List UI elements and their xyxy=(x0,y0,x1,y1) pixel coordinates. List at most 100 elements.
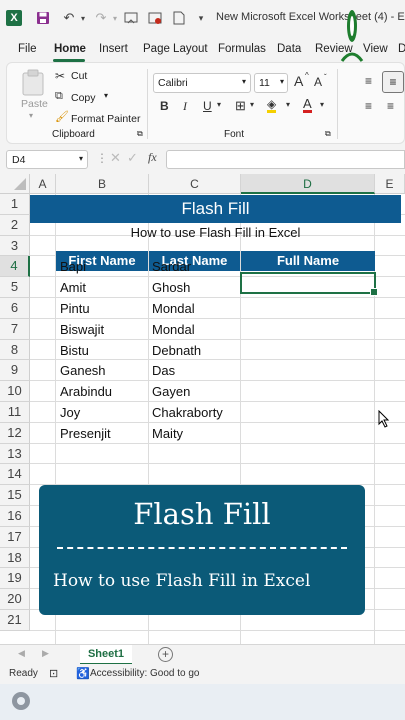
paste-label[interactable]: Paste xyxy=(21,98,48,110)
font-color-icon[interactable]: A xyxy=(303,97,312,113)
align-middle-button[interactable]: ≡ xyxy=(382,71,404,93)
cell-last-name[interactable]: Chakraborty xyxy=(152,405,223,420)
borders-dropdown-icon[interactable]: ▾ xyxy=(250,100,254,109)
macro-record-icon[interactable]: ⊡ xyxy=(49,667,58,680)
cell-last-name[interactable]: Das xyxy=(152,363,175,378)
row-header-4[interactable]: 4 xyxy=(0,256,30,278)
document-icon[interactable] xyxy=(170,9,188,27)
row-header-14[interactable]: 14 xyxy=(0,464,30,486)
record-icon[interactable] xyxy=(146,9,164,27)
name-box[interactable]: D4 ▾ xyxy=(6,150,88,169)
underline-button[interactable]: U xyxy=(203,99,212,113)
cut-label[interactable]: Cut xyxy=(71,70,87,82)
cell-first-name[interactable]: Pintu xyxy=(60,301,90,316)
tab-home[interactable]: Home xyxy=(54,43,86,55)
align-top-icon[interactable]: ≡ xyxy=(365,74,372,88)
more-options-icon[interactable]: ⋮ xyxy=(96,151,108,165)
customize-dropdown-icon[interactable]: ▾ xyxy=(192,9,210,27)
insert-function-icon[interactable]: fx xyxy=(148,150,157,165)
row-header-19[interactable]: 19 xyxy=(0,568,30,590)
paste-dropdown-icon[interactable]: ▾ xyxy=(29,111,33,120)
font-name-select[interactable]: Calibri ▾ xyxy=(153,73,251,93)
copy-dropdown-icon[interactable]: ▾ xyxy=(104,91,108,100)
cell-first-name[interactable]: Bapi xyxy=(60,259,86,274)
italic-button[interactable]: I xyxy=(183,99,187,114)
row-header-5[interactable]: 5 xyxy=(0,277,30,298)
fill-color-dropdown-icon[interactable]: ▾ xyxy=(286,100,290,109)
fill-color-icon[interactable]: ◈ xyxy=(267,98,277,113)
column-header-d[interactable]: D xyxy=(241,174,375,194)
row-header-7[interactable]: 7 xyxy=(0,318,30,340)
clipboard-launcher-icon[interactable]: ⧉ xyxy=(137,129,143,139)
cell-last-name[interactable]: Debnath xyxy=(152,343,201,358)
row-header-11[interactable]: 11 xyxy=(0,402,30,423)
row-header-18[interactable]: 18 xyxy=(0,547,30,569)
copy-label[interactable]: Copy xyxy=(71,92,96,104)
row-header-15[interactable]: 15 xyxy=(0,485,30,506)
cell-first-name[interactable]: Amit xyxy=(60,280,86,295)
select-all-corner[interactable] xyxy=(0,174,30,194)
cell-first-name[interactable]: Arabindu xyxy=(60,384,112,399)
cell-last-name[interactable]: Maity xyxy=(152,426,183,441)
cell-last-name[interactable]: Ghosh xyxy=(152,280,190,295)
format-painter-label[interactable]: Format Painter xyxy=(71,113,140,125)
add-sheet-icon[interactable]: + xyxy=(158,647,173,662)
row-header-1[interactable]: 1 xyxy=(0,194,30,215)
font-launcher-icon[interactable]: ⧉ xyxy=(325,129,331,139)
row-header-3[interactable]: 3 xyxy=(0,235,30,257)
row-header-20[interactable]: 20 xyxy=(0,589,30,610)
cell-first-name[interactable]: Biswajit xyxy=(60,322,104,337)
underline-dropdown-icon[interactable]: ▾ xyxy=(217,100,221,109)
accessibility-status[interactable]: Accessibility: Good to go xyxy=(90,668,200,679)
font-size-select[interactable]: 11 ▾ xyxy=(254,73,288,93)
tab-formulas[interactable]: Formulas xyxy=(218,43,266,55)
row-header-12[interactable]: 12 xyxy=(0,422,30,444)
tab-file[interactable]: File xyxy=(18,43,37,55)
align-left-icon[interactable]: ≡ xyxy=(365,99,372,113)
sheet-tab-sheet1[interactable]: Sheet1 xyxy=(80,645,132,665)
accessibility-icon[interactable]: ♿ xyxy=(76,667,90,680)
sheet-title-banner[interactable]: Flash Fill xyxy=(30,195,401,223)
grow-font-icon[interactable]: A xyxy=(294,73,303,89)
tab-page-layout[interactable]: Page Layout xyxy=(143,43,208,55)
bold-button[interactable]: B xyxy=(160,99,169,113)
tab-insert[interactable]: Insert xyxy=(99,43,128,55)
enter-icon[interactable]: ✓ xyxy=(127,150,138,166)
font-color-dropdown-icon[interactable]: ▾ xyxy=(320,100,324,109)
cell-last-name[interactable]: Mondal xyxy=(152,322,195,337)
format-painter-icon[interactable]: 🖌 xyxy=(55,110,69,123)
formula-input[interactable] xyxy=(166,150,405,169)
row-header-6[interactable]: 6 xyxy=(0,298,30,319)
borders-icon[interactable]: ⊞ xyxy=(235,98,246,114)
cell-last-name[interactable]: Gayen xyxy=(152,384,190,399)
paste-icon[interactable] xyxy=(21,69,45,97)
scroll-left-icon[interactable]: ◀ xyxy=(18,648,25,659)
row-header-9[interactable]: 9 xyxy=(0,360,30,382)
cell-first-name[interactable]: Joy xyxy=(60,405,80,420)
cancel-icon[interactable]: ✕ xyxy=(110,150,121,166)
tab-view[interactable]: View xyxy=(363,43,388,55)
cell-first-name[interactable]: Ganesh xyxy=(60,363,106,378)
tab-data[interactable]: Data xyxy=(277,43,301,55)
header-full-name[interactable]: Full Name xyxy=(241,251,375,271)
cell-last-name[interactable]: Sardar xyxy=(152,259,191,274)
column-header-b[interactable]: B xyxy=(56,174,149,194)
row-header-2[interactable]: 2 xyxy=(0,214,30,236)
active-cell-d4[interactable] xyxy=(240,272,378,296)
row-header-10[interactable]: 10 xyxy=(0,381,30,402)
sheet-subtitle[interactable]: How to use Flash Fill in Excel xyxy=(30,225,401,240)
row-header-8[interactable]: 8 xyxy=(0,339,30,361)
send-icon[interactable] xyxy=(122,9,140,27)
undo-dropdown-icon[interactable]: ▾ xyxy=(74,9,92,27)
align-center-icon[interactable]: ≡ xyxy=(387,99,394,113)
column-header-c[interactable]: C xyxy=(149,174,241,194)
row-header-16[interactable]: 16 xyxy=(0,506,30,527)
row-header-13[interactable]: 13 xyxy=(0,443,30,465)
copy-icon[interactable]: ⧉ xyxy=(55,90,63,103)
tab-more[interactable]: D xyxy=(398,43,405,55)
save-icon[interactable] xyxy=(34,9,52,27)
cell-first-name[interactable]: Bistu xyxy=(60,343,89,358)
cut-icon[interactable]: ✂ xyxy=(55,69,65,83)
column-header-e[interactable]: E xyxy=(375,174,405,194)
column-header-a[interactable]: A xyxy=(30,174,56,194)
